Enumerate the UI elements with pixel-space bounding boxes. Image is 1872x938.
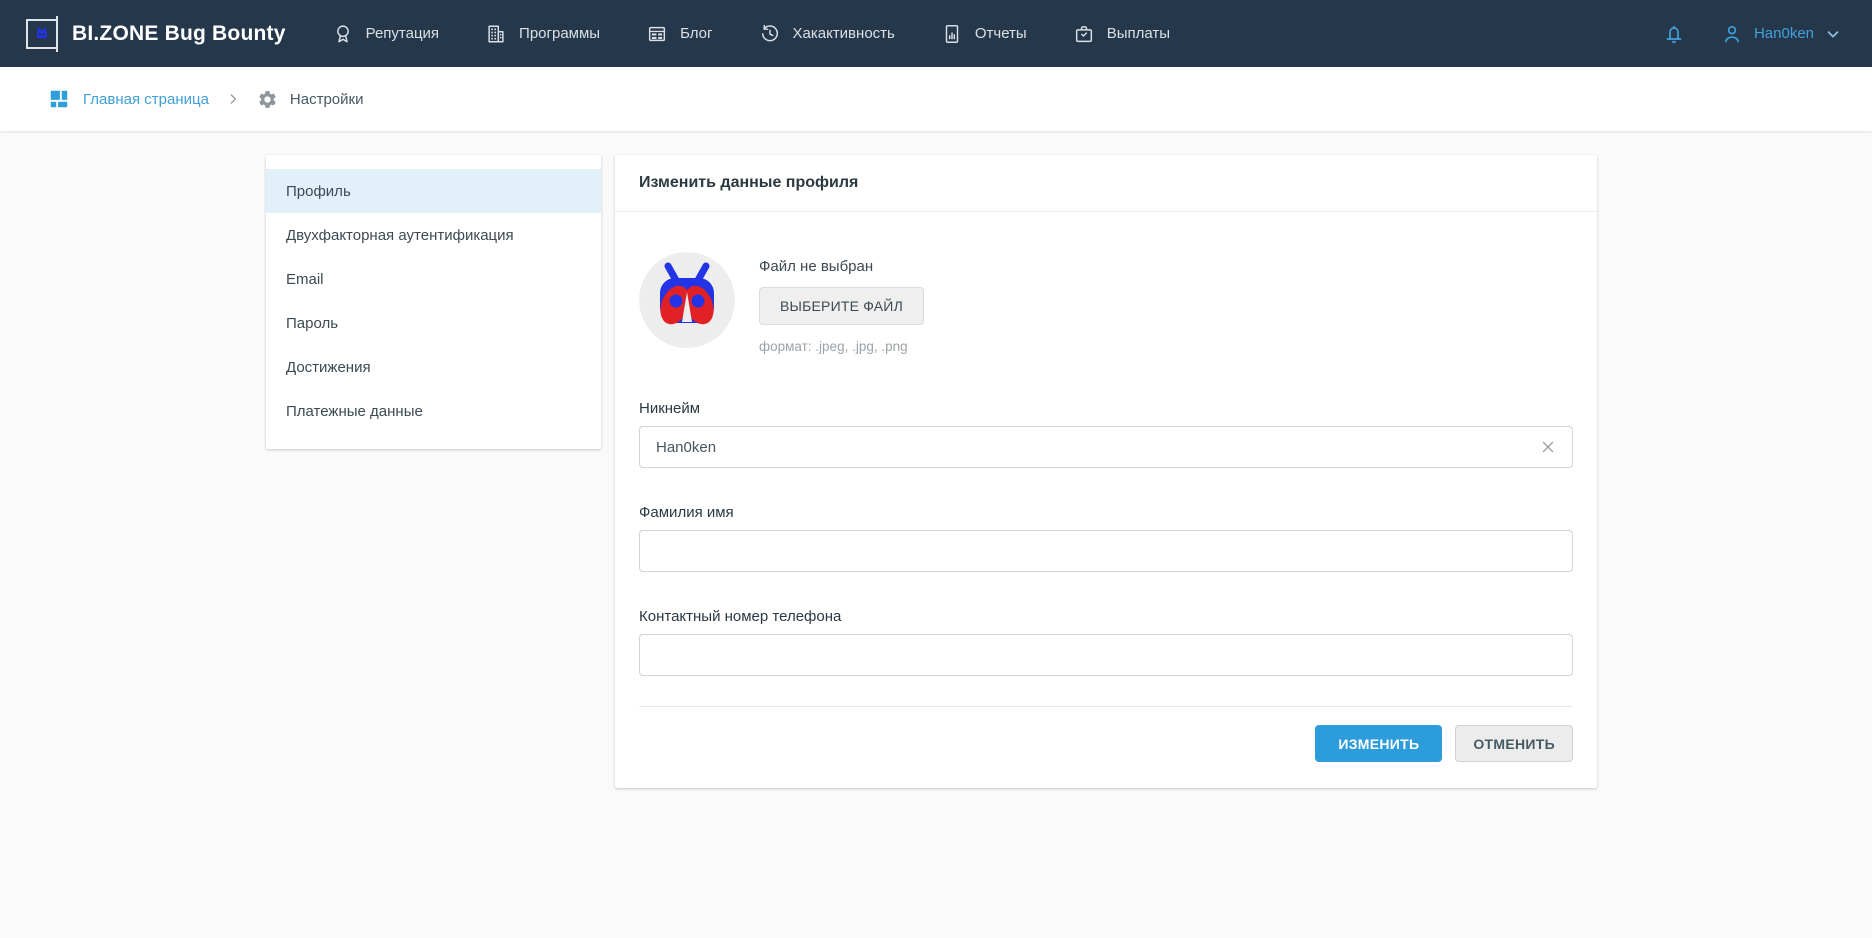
breadcrumb-current-label: Настройки — [290, 91, 364, 108]
sidebar-item-payment-details[interactable]: Платежные данные — [266, 389, 601, 433]
nickname-input[interactable] — [639, 426, 1573, 468]
footer-divider — [639, 706, 1573, 707]
file-status-text: Файл не выбран — [759, 258, 924, 275]
chevron-down-icon — [1824, 25, 1842, 43]
profile-fields: Никнейм Фамилия имя — [639, 400, 1573, 676]
panel-title: Изменить данные профиля — [639, 174, 858, 192]
settings-content: Профиль Двухфакторная аутентификация Ema… — [0, 131, 1872, 788]
person-icon — [1720, 22, 1744, 46]
main-nav: Репутация Программы — [332, 23, 1170, 45]
navbar-right: Han0ken — [1662, 22, 1842, 46]
breadcrumb-current: Настройки — [257, 89, 364, 110]
medal-icon — [332, 23, 354, 45]
nav-item-hackactivity[interactable]: Хакактивность — [759, 23, 895, 45]
nickname-field-group: Никнейм — [639, 400, 1573, 468]
cancel-button[interactable]: ОТМЕНИТЬ — [1455, 725, 1573, 762]
brand-title: BI.ZONE Bug Bounty — [72, 22, 286, 46]
breadcrumb-home-link[interactable]: Главная страница — [48, 88, 209, 110]
panel-body: Файл не выбран ВЫБЕРИТЕ ФАЙЛ формат: .jp… — [615, 212, 1597, 788]
briefcase-icon — [1073, 23, 1095, 45]
logo-divider — [56, 16, 58, 52]
bell-icon[interactable] — [1662, 22, 1686, 46]
nav-item-blog[interactable]: Блог — [646, 23, 712, 45]
sidebar-item-email[interactable]: Email — [266, 257, 601, 301]
avatar-ladybug-image — [639, 252, 735, 348]
nav-item-reputation[interactable]: Репутация — [332, 23, 439, 45]
dashboard-grid-icon — [48, 88, 70, 110]
file-upload-block: Файл не выбран ВЫБЕРИТЕ ФАЙЛ формат: .jp… — [759, 252, 924, 354]
sidebar-item-achievements[interactable]: Достижения — [266, 345, 601, 389]
nav-label: Выплаты — [1107, 25, 1170, 42]
building-icon — [485, 23, 507, 45]
chevron-right-icon — [226, 92, 240, 106]
newspaper-icon — [646, 23, 668, 45]
nav-label: Программы — [519, 25, 600, 42]
sidebar-item-profile[interactable]: Профиль — [266, 169, 601, 213]
clear-nickname-icon[interactable] — [1537, 436, 1559, 458]
user-menu[interactable]: Han0ken — [1720, 22, 1842, 46]
nav-label: Репутация — [366, 25, 439, 42]
nav-item-reports[interactable]: Отчеты — [941, 23, 1027, 45]
sidebar-item-password[interactable]: Пароль — [266, 301, 601, 345]
fullname-input[interactable] — [639, 530, 1573, 572]
fullname-field-group: Фамилия имя — [639, 504, 1573, 572]
history-icon — [759, 23, 781, 45]
nav-label: Отчеты — [975, 25, 1027, 42]
settings-sidebar: Профиль Двухфакторная аутентификация Ema… — [266, 155, 601, 449]
profile-panel: Изменить данные профиля — [615, 155, 1597, 788]
form-actions: ИЗМЕНИТЬ ОТМЕНИТЬ — [639, 725, 1573, 762]
phone-label: Контактный номер телефона — [639, 608, 1573, 625]
submit-button[interactable]: ИЗМЕНИТЬ — [1315, 725, 1442, 762]
nav-label: Хакактивность — [793, 25, 895, 42]
avatar-section: Файл не выбран ВЫБЕРИТЕ ФАЙЛ формат: .jp… — [639, 252, 1573, 354]
username: Han0ken — [1754, 25, 1814, 42]
sidebar-item-two-factor[interactable]: Двухфакторная аутентификация — [266, 213, 601, 257]
gear-icon — [257, 89, 278, 110]
nickname-label: Никнейм — [639, 400, 1573, 417]
breadcrumb-home-label: Главная страница — [83, 91, 209, 108]
top-navbar: BI.ZONE Bug Bounty Репутация — [0, 0, 1872, 67]
brand-logo[interactable]: BI.ZONE Bug Bounty — [26, 16, 286, 52]
panel-header: Изменить данные профиля — [615, 155, 1597, 212]
phone-input[interactable] — [639, 634, 1573, 676]
breadcrumb: Главная страница Настройки — [0, 67, 1872, 131]
phone-field-group: Контактный номер телефона — [639, 608, 1573, 676]
fullname-label: Фамилия имя — [639, 504, 1573, 521]
bizone-bug-logo-icon — [26, 19, 56, 49]
file-format-hint: формат: .jpeg, .jpg, .png — [759, 339, 924, 354]
choose-file-button[interactable]: ВЫБЕРИТЕ ФАЙЛ — [759, 287, 924, 325]
nav-label: Блог — [680, 25, 712, 42]
nav-item-payouts[interactable]: Выплаты — [1073, 23, 1170, 45]
nav-item-programs[interactable]: Программы — [485, 23, 600, 45]
report-icon — [941, 23, 963, 45]
